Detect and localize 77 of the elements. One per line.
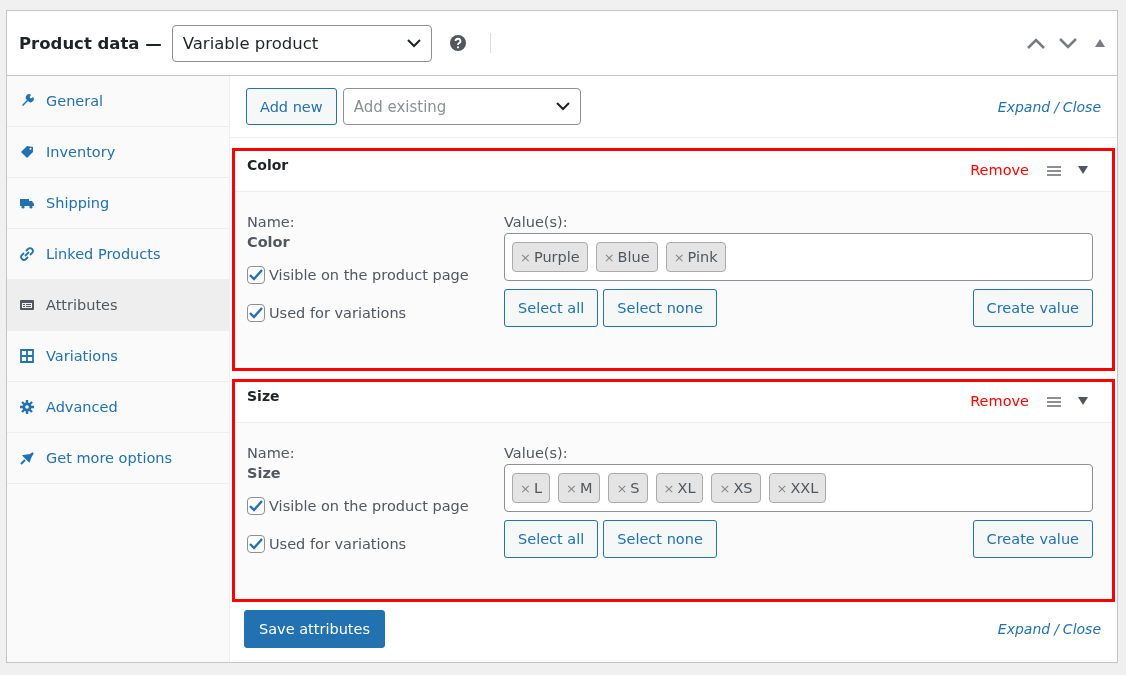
sidebar-tab[interactable]: General (7, 76, 229, 127)
separator-text: / (1054, 98, 1059, 115)
create-value-button[interactable]: Create value (972, 289, 1093, 327)
values-field[interactable]: × L × M × S × XL × XS × XXL (504, 464, 1093, 512)
remove-link[interactable]: Remove (970, 162, 1029, 178)
add-existing-select[interactable]: Add existing (342, 88, 581, 125)
sidebar-tab[interactable]: Get more options (7, 433, 229, 484)
value-tag[interactable]: × S (608, 473, 648, 503)
expand-link[interactable]: Expand (997, 98, 1051, 115)
remove-tag-icon[interactable]: × (719, 480, 731, 496)
collapse-arrow-icon[interactable] (1078, 397, 1088, 405)
remove-tag-icon[interactable]: × (520, 480, 531, 496)
drag-handle-icon[interactable] (1047, 396, 1061, 408)
remove-tag-icon[interactable]: × (776, 480, 788, 496)
chevron-down-icon (406, 38, 421, 48)
remove-link[interactable]: Remove (970, 393, 1029, 409)
checkbox-label: Visible on the product page (269, 498, 469, 514)
value-tag[interactable]: × M (558, 473, 601, 503)
sidebar-tab[interactable]: Shipping (7, 178, 229, 229)
value-tag[interactable]: × XL (655, 473, 704, 503)
remove-tag-icon[interactable]: × (673, 249, 685, 265)
add-new-button[interactable]: Add new (246, 88, 337, 125)
remove-tag-icon[interactable]: × (603, 249, 615, 265)
save-attributes-button[interactable]: Save attributes (244, 610, 385, 648)
remove-tag-icon[interactable]: × (520, 249, 531, 265)
help-icon[interactable] (449, 35, 466, 51)
select-none-button[interactable]: Select none (603, 520, 717, 558)
create-value-button[interactable]: Create value (972, 520, 1093, 558)
remove-tag-icon[interactable]: × (663, 480, 675, 496)
link-icon (19, 246, 35, 262)
attribute-name: Color (247, 234, 291, 250)
visible-checkbox[interactable] (247, 497, 265, 515)
select-all-button[interactable]: Select all (504, 289, 599, 327)
sidebar-tab[interactable]: Inventory (7, 127, 229, 178)
value-tag[interactable]: × Purple (512, 242, 588, 272)
value-tag[interactable]: × Pink (665, 242, 726, 272)
value-tag[interactable]: × XS (711, 473, 761, 503)
gear-icon (19, 399, 35, 415)
remove-tag-icon[interactable]: × (566, 480, 577, 496)
attribute-title: Color (247, 157, 290, 173)
card-icon (19, 297, 35, 313)
expand-link[interactable]: Expand (997, 621, 1051, 637)
close-link[interactable]: Close (1062, 98, 1101, 115)
move-up-icon[interactable] (1027, 37, 1045, 49)
grid-icon (19, 348, 35, 364)
visible-checkbox[interactable] (247, 266, 265, 284)
close-link[interactable]: Close (1062, 621, 1101, 637)
move-down-icon[interactable] (1059, 37, 1077, 49)
separator-text: / (1054, 621, 1059, 637)
values-field[interactable]: × Purple × Blue × Pink (504, 233, 1093, 281)
values-label: Value(s): (504, 214, 569, 230)
chevron-down-icon (555, 102, 570, 111)
values-label: Value(s): (504, 445, 569, 461)
attribute-name: Size (247, 465, 282, 481)
value-tag[interactable]: × Blue (595, 242, 658, 272)
panel-title: Product data — (19, 33, 162, 53)
collapse-panel-icon[interactable] (1095, 39, 1105, 47)
variations-checkbox[interactable] (247, 535, 265, 553)
checkbox-label: Used for variations (269, 305, 407, 321)
product-type-select[interactable]: Variable product (171, 24, 432, 62)
sidebar-tab[interactable]: Attributes (7, 280, 229, 331)
variations-checkbox[interactable] (247, 304, 265, 322)
name-label: Name: (247, 214, 296, 230)
sidebar-tab[interactable]: Advanced (7, 382, 229, 433)
drag-handle-icon[interactable] (1047, 165, 1061, 177)
checkbox-label: Visible on the product page (269, 267, 469, 283)
checkbox-label: Used for variations (269, 536, 407, 552)
tag-icon (19, 144, 35, 160)
attribute-title: Size (247, 388, 281, 404)
select-none-button[interactable]: Select none (603, 289, 717, 327)
value-tag[interactable]: × L (512, 473, 550, 503)
collapse-arrow-icon[interactable] (1078, 166, 1088, 174)
sidebar-tab[interactable]: Variations (7, 331, 229, 382)
remove-tag-icon[interactable]: × (616, 480, 628, 496)
name-label: Name: (247, 445, 296, 461)
value-tag[interactable]: × XXL (768, 473, 827, 503)
select-all-button[interactable]: Select all (504, 520, 599, 558)
